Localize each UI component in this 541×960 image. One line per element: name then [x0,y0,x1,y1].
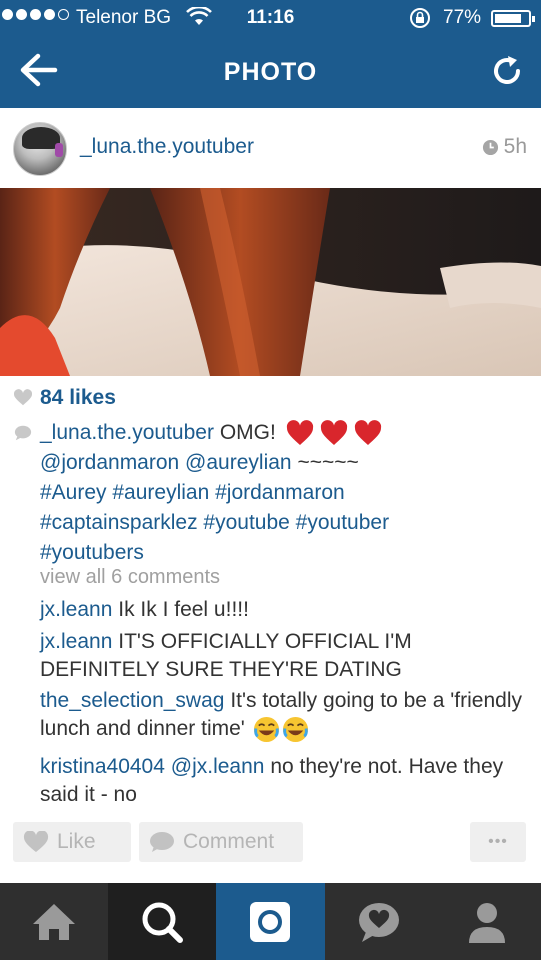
tab-activity[interactable] [325,883,433,960]
comment-label: Comment [183,830,275,853]
nav-bar: PHOTO [0,36,541,108]
comment-item: the_selection_swag It's totally going to… [40,687,530,743]
likes-row[interactable]: 84 likes [14,386,116,410]
avatar[interactable] [13,122,67,176]
profile-icon [468,902,505,943]
caption-hashtags-1[interactable]: #Aurey #aureylian #jordanmaron [40,481,345,504]
red-heart-emoji-icon [354,420,381,446]
heart-icon [23,831,49,852]
caption-hashtags-2[interactable]: #captainsparklez #youtube #youtuber [40,511,389,534]
battery-percent: 77% [443,7,482,28]
like-label: Like [57,830,96,853]
post-username[interactable]: _luna.the.youtuber [80,135,254,159]
post-photo[interactable] [0,188,541,376]
tab-search[interactable] [108,883,217,960]
time-ago-text: 5h [503,135,527,158]
caption: _luna.the.youtuber OMG! @jordanmaron @au… [40,418,520,568]
tab-home[interactable] [0,883,108,960]
tab-bar [0,883,541,960]
battery-icon [491,10,535,27]
top-bar: Telenor BG 11:16 77% PHOTO [0,0,541,108]
activity-icon [358,902,399,942]
caption-tilde: ~~~~~ [297,451,359,474]
status-bar: Telenor BG 11:16 77% [0,0,541,36]
comment-bubble-icon [14,425,32,441]
comment-username[interactable]: jx.leann [40,630,112,653]
search-icon [142,902,184,943]
caption-username[interactable]: _luna.the.youtuber [40,421,214,444]
refresh-icon[interactable] [490,54,524,88]
post-header: _luna.the.youtuber 5h [0,108,541,188]
home-icon [33,903,76,940]
comment-item: jx.leann IT'S OFFICIALLY OFFICIAL I'M DE… [40,628,530,684]
likes-count[interactable]: 84 likes [40,386,116,410]
heart-emojis [286,420,382,446]
red-heart-emoji-icon [320,420,347,446]
tab-camera[interactable] [216,883,325,960]
comment-username[interactable]: the_selection_swag [40,689,224,712]
clock-icon [482,139,498,155]
view-all-comments-link[interactable]: view all 6 comments [40,566,220,589]
comment-item: kristina40404 @jx.leann no they're not. … [40,753,530,809]
red-heart-emoji-icon [286,420,313,446]
comment-button[interactable]: Comment [139,822,303,862]
caption-text: OMG! [219,421,276,444]
comment-username[interactable]: jx.leann [40,598,112,621]
laughing-emoji-icon [282,716,308,742]
comment-text: Ik Ik I feel u!!!! [118,598,249,621]
comment-item: jx.leann Ik Ik I feel u!!!! [40,596,530,624]
comment-mention[interactable]: @jx.leann [171,755,265,778]
caption-hashtags-3[interactable]: #youtubers [40,541,144,564]
post-time: 5h [482,135,527,159]
camera-icon [250,901,291,942]
page-title: PHOTO [223,58,318,86]
comment-username[interactable]: kristina40404 [40,755,165,778]
rotation-lock-icon [410,8,430,28]
heart-icon [14,389,32,406]
comment-bubble-icon [150,832,174,852]
laughing-emoji-icon [253,716,279,742]
more-dots-icon: ••• [488,833,508,850]
caption-mentions[interactable]: @jordanmaron @aureylian [40,451,292,474]
more-options-button[interactable]: ••• [470,822,526,862]
tab-profile[interactable] [433,883,541,960]
like-button[interactable]: Like [13,822,131,862]
